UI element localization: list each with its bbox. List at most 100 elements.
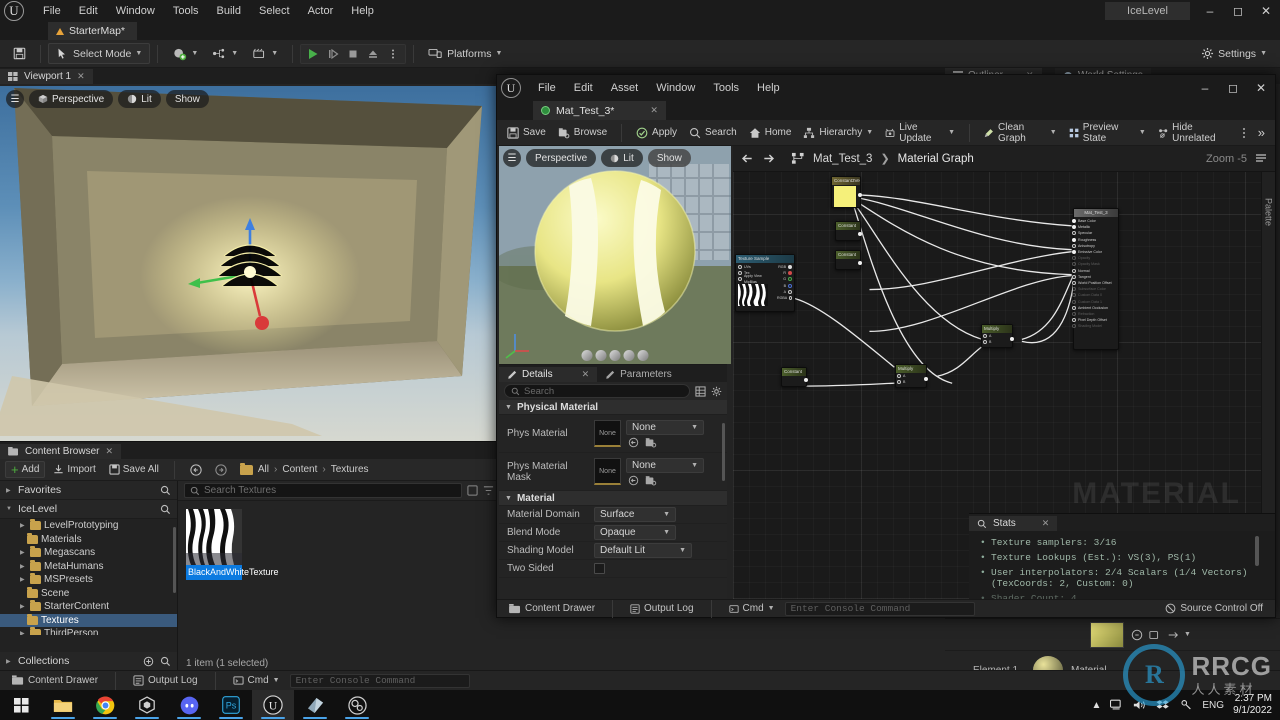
output-pin[interactable] (858, 261, 862, 265)
play-more-button[interactable] (384, 46, 402, 62)
nav-forward-icon[interactable] (762, 152, 775, 165)
browse-to-asset-icon[interactable] (645, 475, 657, 486)
asset-tile-blackandwhitetexture[interactable]: BlackAndWhiteTexture (186, 509, 279, 580)
save-button[interactable] (6, 44, 33, 63)
search-icon[interactable] (160, 656, 171, 667)
gear-icon[interactable] (711, 386, 722, 397)
input-pin[interactable] (1072, 243, 1076, 248)
volume-icon[interactable] (1133, 699, 1147, 711)
shading-model-combo[interactable]: Default Lit ▼ (594, 543, 692, 558)
output-pin[interactable] (924, 377, 928, 381)
chevron-up-icon[interactable]: ▲ (1091, 700, 1101, 711)
input-pin[interactable] (1072, 219, 1076, 224)
start-button[interactable] (0, 690, 42, 720)
save-all-button[interactable]: Save All (104, 462, 164, 477)
mat-search-button[interactable]: Search (684, 124, 742, 142)
console-command-input[interactable]: Enter Console Command (289, 673, 470, 688)
mat-output-log-button[interactable]: Output Log (624, 601, 699, 616)
minimize-button[interactable]: – (1196, 0, 1224, 22)
browse-to-asset-icon[interactable] (1131, 629, 1143, 641)
input-pin[interactable] (983, 340, 987, 345)
color-swatch[interactable] (834, 186, 856, 207)
plane-preview-button[interactable] (609, 350, 621, 361)
level-viewport[interactable]: ☰ Perspective Lit Show (0, 86, 500, 441)
close-icon[interactable]: ✕ (582, 369, 590, 380)
preview-menu-button[interactable]: ☰ (503, 149, 521, 167)
input-pin[interactable] (738, 271, 742, 276)
column-settings-icon[interactable] (695, 385, 706, 397)
add-asset-button[interactable]: + Add (5, 461, 46, 478)
stats-scrollbar[interactable] (1255, 536, 1259, 566)
input-pin[interactable] (897, 380, 901, 385)
tab-content-browser[interactable]: Content Browser ✕ (0, 444, 122, 459)
cinematics-dropdown[interactable]: ▼ (245, 44, 285, 63)
mat-close-button[interactable]: ✕ (1247, 77, 1275, 99)
constant-node-b[interactable]: Constant (835, 250, 862, 270)
tree-item-textures[interactable]: Textures (0, 613, 177, 627)
find-in-content-browser-icon[interactable] (1149, 629, 1161, 641)
mat-hide-unrelated-button[interactable]: Hide Unrelated (1153, 119, 1235, 147)
tab-details[interactable]: Details ✕ (499, 367, 598, 382)
blend-mode-combo[interactable]: Opaque ▼ (594, 525, 676, 540)
content-drawer-button[interactable]: Content Drawer (6, 673, 104, 688)
input-pin[interactable] (1072, 299, 1076, 304)
input-pin[interactable] (1072, 262, 1076, 267)
source-control-button[interactable]: Source Control Off (1159, 601, 1269, 616)
menu-file[interactable]: File (34, 2, 70, 20)
menu-window[interactable]: Window (107, 2, 164, 20)
platforms-dropdown[interactable]: Platforms ▼ (421, 44, 509, 63)
collections-header[interactable]: ▶ Collections (0, 652, 177, 671)
unreal-button[interactable]: U (252, 690, 294, 720)
constant3vector-node[interactable]: Constant3Vector (831, 176, 862, 208)
preview-perspective-dropdown[interactable]: Perspective (526, 149, 597, 167)
input-pin[interactable] (1072, 225, 1076, 230)
input-pin[interactable] (738, 265, 742, 270)
tab-stats[interactable]: Stats ✕ (969, 516, 1058, 531)
mat-toolbar-expand-button[interactable]: » (1253, 122, 1270, 143)
blueprints-dropdown[interactable]: ▼ (205, 44, 245, 63)
input-pin[interactable] (738, 277, 742, 282)
tree-scrollbar[interactable] (173, 527, 176, 593)
phys-material-combo[interactable]: None ▼ (626, 419, 704, 435)
asset-grid[interactable]: BlackAndWhiteTexture (178, 501, 500, 655)
constant-node-a[interactable]: Constant (835, 221, 862, 241)
input-pin[interactable] (1072, 305, 1076, 310)
input-pin[interactable] (1072, 318, 1076, 323)
mat-live-update-dropdown[interactable]: Live Update ▼ (880, 119, 960, 147)
tab-mat-test-3[interactable]: Mat_Test_3* ✕ (533, 101, 666, 120)
close-icon[interactable]: ✕ (77, 71, 85, 82)
graph-options-icon[interactable] (1255, 153, 1267, 165)
close-icon[interactable]: ✕ (650, 105, 658, 116)
breadcrumb-all[interactable]: All (258, 464, 269, 475)
breadcrumb-content[interactable]: Content (282, 464, 317, 475)
mat-minimize-button[interactable]: – (1191, 77, 1219, 99)
mat-maximize-button[interactable]: ◻ (1219, 77, 1247, 99)
breadcrumb-asset-label[interactable]: Mat_Test_3 (813, 153, 872, 165)
mat-menu-window[interactable]: Window (647, 79, 704, 97)
viewport-perspective-dropdown[interactable]: Perspective (29, 90, 114, 108)
tree-item-megascans[interactable]: ▶ Megascans (0, 546, 177, 560)
unity-button[interactable] (126, 690, 168, 720)
mat-menu-tools[interactable]: Tools (704, 79, 748, 97)
settings-icon[interactable] (1179, 699, 1193, 711)
phys-material-mask-combo[interactable]: None ▼ (626, 457, 704, 473)
mat-save-button[interactable]: Save (502, 124, 551, 142)
constant-node-c[interactable]: Constant (781, 367, 808, 387)
dropbox-icon[interactable] (1156, 699, 1170, 711)
tree-item-levelprototyping[interactable]: ▶ LevelPrototyping (0, 519, 177, 533)
chevron-down-icon[interactable]: ▼ (1184, 631, 1191, 638)
tree-item-mspresets[interactable]: ▶ MSPresets (0, 573, 177, 587)
nav-back-button[interactable] (185, 462, 207, 478)
add-collection-icon[interactable] (143, 656, 154, 667)
menu-edit[interactable]: Edit (70, 2, 107, 20)
input-pin[interactable] (1072, 231, 1076, 236)
texture-sample-node[interactable]: Texture Sample UVs Tex Apply View MipBia… (735, 254, 795, 312)
details-scrollbar[interactable] (722, 423, 725, 481)
nav-back-icon[interactable] (741, 152, 754, 165)
mat-hierarchy-dropdown[interactable]: Hierarchy ▼ (798, 124, 878, 142)
mat-preview-state-dropdown[interactable]: Preview State ▼ (1064, 119, 1151, 147)
cylinder-preview-button[interactable] (581, 350, 593, 361)
details-search-input[interactable]: Search (504, 384, 690, 398)
use-selected-asset-icon[interactable] (628, 475, 639, 486)
input-pin[interactable] (1072, 237, 1076, 242)
